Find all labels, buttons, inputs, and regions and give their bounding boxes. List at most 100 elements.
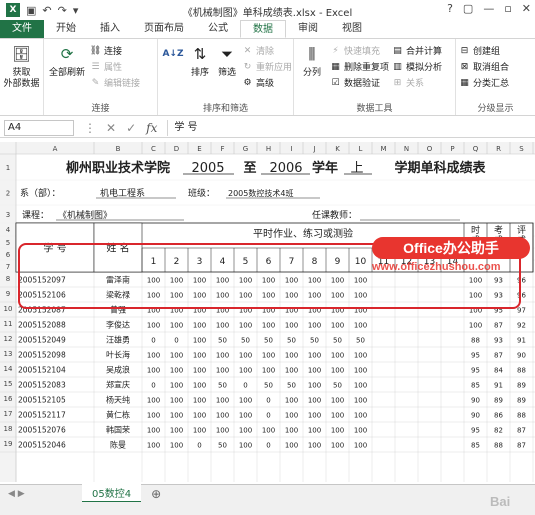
final-score-cell: 87 <box>494 322 503 330</box>
final-score-cell: 89 <box>494 397 503 405</box>
status-bar <box>0 502 535 515</box>
clear-button[interactable]: ✕ 清除 <box>242 44 292 58</box>
help-icon[interactable]: ? <box>447 2 453 15</box>
tab-data[interactable]: 数据 <box>240 20 286 38</box>
usual-score-cell: 0 <box>266 412 270 420</box>
text-to-columns-button[interactable]: ⫼ 分列 <box>297 42 327 101</box>
usual-score-cell: 100 <box>193 322 206 330</box>
student-name-cell: 吴成浪 <box>106 365 130 375</box>
title-school: 柳州职业技术学院 <box>66 160 170 176</box>
usual-score-cell: 100 <box>331 412 344 420</box>
more-icon[interactable]: ⋮ <box>84 121 96 135</box>
refresh-all-button[interactable]: ⟳ 全部刷新 <box>47 42 87 101</box>
connections-button[interactable]: ⛓ 连接 <box>90 44 140 58</box>
sheet-tab-active[interactable]: 05数控4 <box>82 484 142 503</box>
refresh-icon: ⟳ <box>60 44 74 63</box>
final-score-cell: 91 <box>494 382 503 390</box>
usual-score-cell: 100 <box>147 412 160 420</box>
sheet-nav-arrows-icon[interactable]: ◀ ▶ <box>8 489 25 499</box>
tab-review[interactable]: 审阅 <box>286 20 330 38</box>
header-usual-work: 平时作业、练习或测验 <box>253 227 353 240</box>
final-score-cell: 90 <box>471 397 480 405</box>
group-outline-label: 分级显示 <box>477 104 514 114</box>
data-validation-button[interactable]: ☑ 数据验证 <box>330 76 389 90</box>
edit-links-button[interactable]: ✎ 编辑链接 <box>90 76 140 90</box>
usual-score-cell: 0 <box>197 442 201 450</box>
group-outline: ⊟ 创建组 ⊠ 取消组合 ▦ 分类汇总 分级显示 <box>456 39 535 115</box>
row-header-3: 3 <box>6 211 10 219</box>
column-header-b: B <box>116 145 121 153</box>
text-to-columns-icon: ⫼ <box>308 44 316 63</box>
name-box[interactable]: A4 <box>4 119 74 136</box>
usual-score-cell: 50 <box>264 337 273 345</box>
what-if-label: 模拟分析 <box>406 63 443 73</box>
get-external-data-button[interactable]: 🗄 获取 外部数据 <box>3 42 40 101</box>
tab-formulas[interactable]: 公式 <box>196 20 240 38</box>
usual-score-cell: 100 <box>216 412 229 420</box>
usual-score-cell: 100 <box>193 382 206 390</box>
advanced-button[interactable]: ⚙ 高级 <box>242 76 292 90</box>
tab-page-layout[interactable]: 页面布局 <box>132 20 196 38</box>
close-icon[interactable]: ✕ <box>522 2 531 15</box>
refresh-all-label: 全部刷新 <box>48 68 85 78</box>
usual-score-cell: 100 <box>285 442 298 450</box>
usual-score-cell: 100 <box>354 367 367 375</box>
properties-button[interactable]: ☰ 属性 <box>90 60 140 74</box>
final-score-cell: 87 <box>494 352 503 360</box>
row-header-10: 10 <box>4 305 13 313</box>
group-button[interactable]: ⊟ 创建组 <box>459 44 509 58</box>
ribbon-display-icon[interactable]: ▢ <box>463 2 473 15</box>
row-header-5: 5 <box>6 239 10 247</box>
remove-duplicates-button[interactable]: ▦ 删除重复项 <box>330 60 389 74</box>
formula-bar: A4 ⋮ ✕ ✓ fx 学 号 <box>0 118 535 138</box>
reapply-button[interactable]: ↻ 重新应用 <box>242 60 292 74</box>
usual-score-cell: 100 <box>331 367 344 375</box>
text-to-columns-label: 分列 <box>302 68 321 78</box>
restore-icon[interactable]: ▫ <box>504 2 511 15</box>
formula-input[interactable]: 学 号 <box>167 119 535 136</box>
relationships-button[interactable]: ⊞ 关系 <box>392 76 442 90</box>
tab-home[interactable]: 开始 <box>44 20 88 38</box>
usual-score-cell: 50 <box>218 337 227 345</box>
what-if-button[interactable]: ▥ 模拟分析 <box>392 60 443 74</box>
add-sheet-icon[interactable]: ⊕ <box>151 487 161 501</box>
final-score-cell: 85 <box>471 382 480 390</box>
dept-value: 机电工程系 <box>100 187 145 199</box>
what-if-icon: ▥ <box>393 61 402 72</box>
usual-score-cell: 0 <box>266 442 270 450</box>
consolidate-button[interactable]: ▤ 合并计算 <box>392 44 442 58</box>
group-icon: ⊟ <box>460 45 469 56</box>
usual-score-cell: 100 <box>308 322 321 330</box>
group-data-tools: ⫼ 分列 ⚡ 快速填充 ▦ 删除重复项 ☑ 数据验证 ▤ 合并计算 ▥ 模拟分析 ⊞ 关系 … <box>294 39 456 115</box>
usual-score-cell: 100 <box>147 442 160 450</box>
usual-score-cell: 50 <box>333 337 342 345</box>
ungroup-button[interactable]: ⊠ 取消组合 <box>459 60 509 74</box>
flash-fill-button[interactable]: ⚡ 快速填充 <box>330 44 389 58</box>
sort-az-button[interactable]: A↓Z <box>161 42 185 101</box>
tab-file[interactable]: 文件 <box>0 20 44 38</box>
spreadsheet-grid[interactable]: A B C D E F G H I J K L M N O P Q R S123456789101112131415… <box>0 142 535 482</box>
header-final-1: 考 <box>494 225 503 236</box>
minimize-icon[interactable]: — <box>483 2 494 15</box>
sort-button[interactable]: ⇅ 排序 <box>188 42 212 101</box>
usual-score-cell: 50 <box>287 337 296 345</box>
course-label: 课程： <box>22 210 49 221</box>
usual-score-cell: 0 <box>174 337 178 345</box>
properties-label: 属性 <box>104 63 123 73</box>
tab-view[interactable]: 视图 <box>330 20 374 38</box>
final-score-cell: 91 <box>517 337 526 345</box>
enter-icon[interactable]: ✓ <box>126 121 136 135</box>
column-header-o: O <box>427 145 433 153</box>
connections-label: 连接 <box>104 47 123 57</box>
tab-insert[interactable]: 插入 <box>88 20 132 38</box>
insert-function-icon[interactable]: fx <box>146 121 157 135</box>
row-header-4: 4 <box>6 226 11 234</box>
subtotal-button[interactable]: ▦ 分类汇总 <box>459 76 509 90</box>
student-name-cell: 汪雄勇 <box>106 335 130 345</box>
usual-score-cell: 100 <box>216 427 229 435</box>
usual-score-cell: 100 <box>308 397 321 405</box>
dept-label: 系（部）： <box>20 187 61 199</box>
cancel-icon[interactable]: ✕ <box>106 121 116 135</box>
usual-score-cell: 50 <box>218 382 227 390</box>
filter-button[interactable]: ⏷ 筛选 <box>215 42 239 101</box>
